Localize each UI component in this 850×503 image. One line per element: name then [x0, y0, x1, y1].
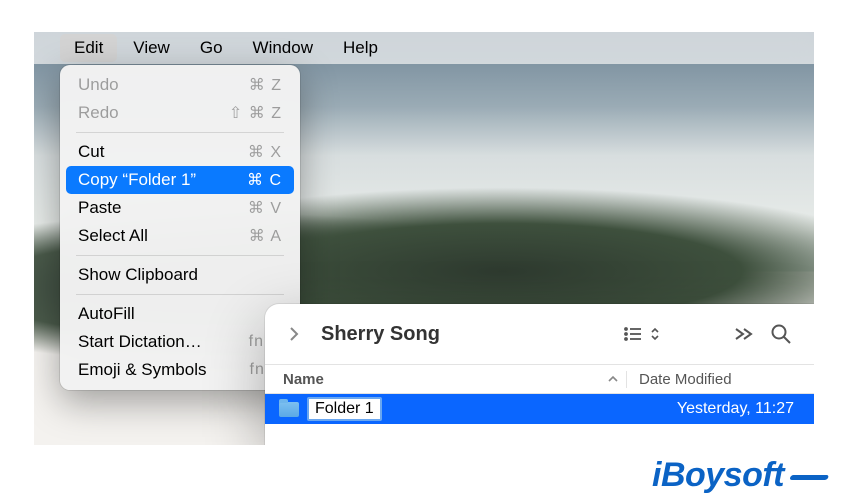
- menu-item-label: Undo: [78, 75, 119, 95]
- menu-item-label: Copy “Folder 1”: [78, 170, 196, 190]
- table-row[interactable]: Folder 1 Yesterday, 11:27: [265, 394, 814, 424]
- menu-item-select-all[interactable]: Select All ⌘ A: [66, 222, 294, 250]
- menu-item-copy[interactable]: Copy “Folder 1” ⌘ C: [66, 166, 294, 194]
- menu-item-shortcut: ⌘ X: [248, 142, 282, 162]
- menu-item-label: Redo: [78, 103, 119, 123]
- sort-ascending-icon[interactable]: [600, 371, 626, 388]
- overflow-icon[interactable]: [732, 326, 754, 342]
- filename-edit-field[interactable]: Folder 1: [307, 397, 382, 421]
- menu-separator: [76, 294, 284, 295]
- finder-toolbar: Sherry Song: [265, 304, 814, 364]
- menu-item-label: Start Dictation…: [78, 332, 202, 352]
- menu-window[interactable]: Window: [239, 34, 327, 62]
- menu-edit[interactable]: Edit: [60, 34, 117, 62]
- edit-dropdown: Undo ⌘ Z Redo ⇧ ⌘ Z Cut ⌘ X Copy “Folder…: [60, 65, 300, 390]
- search-icon[interactable]: [770, 323, 792, 345]
- column-name[interactable]: Name: [283, 371, 600, 388]
- menubar: Edit View Go Window Help: [34, 32, 814, 64]
- menu-item-label: Paste: [78, 198, 121, 218]
- chevron-updown-icon: [650, 325, 660, 343]
- menu-go[interactable]: Go: [186, 34, 237, 62]
- folder-icon: [279, 402, 299, 417]
- menu-item-shortcut: ⌘ V: [248, 198, 282, 218]
- menu-item-shortcut: ⌘ C: [247, 170, 282, 190]
- menu-item-autofill[interactable]: AutoFill: [66, 300, 294, 328]
- view-list-icon[interactable]: [623, 325, 660, 343]
- file-date-modified: Yesterday, 11:27: [657, 400, 814, 418]
- watermark-logo: iBoysoft: [652, 456, 826, 495]
- menu-item-label: Show Clipboard: [78, 265, 198, 285]
- menu-item-redo[interactable]: Redo ⇧ ⌘ Z: [66, 99, 294, 127]
- menu-item-label: Cut: [78, 142, 104, 162]
- menu-item-shortcut: ⌘ Z: [249, 75, 282, 95]
- menu-item-paste[interactable]: Paste ⌘ V: [66, 194, 294, 222]
- finder-window: Sherry Song: [265, 304, 814, 445]
- menu-item-cut[interactable]: Cut ⌘ X: [66, 138, 294, 166]
- menu-item-label: AutoFill: [78, 304, 135, 324]
- menu-item-label: Select All: [78, 226, 148, 246]
- column-headers[interactable]: Name Date Modified: [265, 364, 814, 394]
- menu-item-shortcut: ⇧ ⌘ Z: [229, 103, 282, 123]
- menu-separator: [76, 255, 284, 256]
- chevron-right-icon[interactable]: [287, 327, 301, 341]
- menu-separator: [76, 132, 284, 133]
- finder-title: Sherry Song: [321, 323, 440, 346]
- menu-item-show-clipboard[interactable]: Show Clipboard: [66, 261, 294, 289]
- column-date-modified[interactable]: Date Modified: [626, 371, 796, 388]
- menu-item-start-dictation[interactable]: Start Dictation… fn D: [66, 328, 294, 356]
- menu-view[interactable]: View: [119, 34, 184, 62]
- menu-item-undo[interactable]: Undo ⌘ Z: [66, 71, 294, 99]
- menu-help[interactable]: Help: [329, 34, 392, 62]
- menu-item-emoji-symbols[interactable]: Emoji & Symbols fn E: [66, 356, 294, 384]
- menu-item-label: Emoji & Symbols: [78, 360, 206, 380]
- menu-item-shortcut: ⌘ A: [249, 226, 282, 246]
